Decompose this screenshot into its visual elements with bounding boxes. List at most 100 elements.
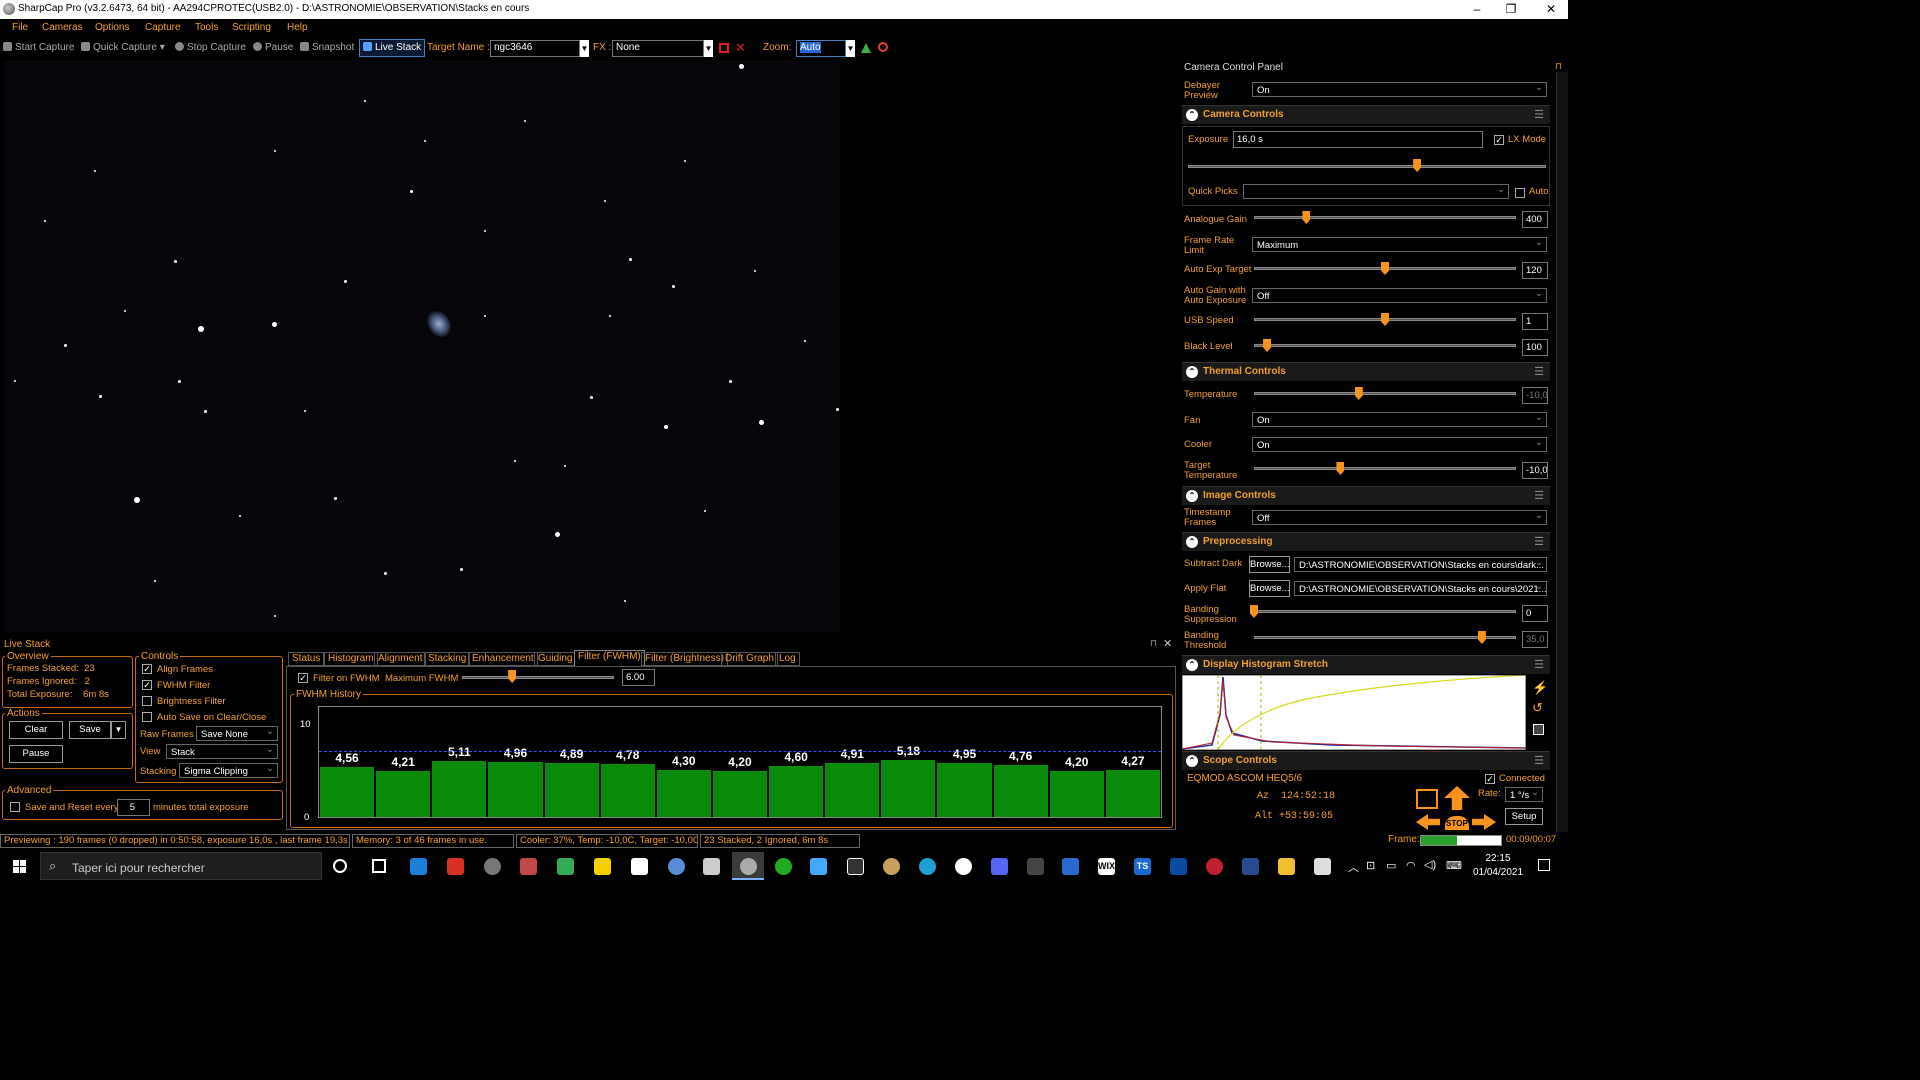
- close-button[interactable]: ✕: [1534, 0, 1568, 19]
- cooler-select[interactable]: On: [1252, 437, 1547, 452]
- temperature-slider[interactable]: [1254, 392, 1516, 395]
- tab-stacking[interactable]: Stacking: [424, 652, 471, 666]
- clock-time[interactable]: 22:15: [1483, 853, 1513, 864]
- quick-picks-select[interactable]: [1243, 184, 1509, 199]
- histogram-stretch-header[interactable]: ⌃ Display Histogram Stretch ☰: [1182, 655, 1550, 674]
- file-explorer-icon[interactable]: [1278, 858, 1295, 875]
- app-icon-26[interactable]: [1314, 858, 1331, 875]
- gmail-app-icon[interactable]: [447, 858, 464, 875]
- stacking-select[interactable]: Sigma Clipping: [179, 763, 278, 778]
- app-icon-22[interactable]: [1170, 858, 1187, 875]
- app-icon-23[interactable]: [1206, 858, 1223, 875]
- app-icon-13[interactable]: [847, 858, 864, 875]
- discord-icon[interactable]: [991, 858, 1008, 875]
- wix-icon[interactable]: WIX: [1098, 858, 1115, 875]
- tab-filter-fwhm[interactable]: Filter (FWHM): [574, 650, 645, 666]
- live-stack-button[interactable]: Live Stack: [359, 39, 426, 57]
- histogram-stretch-graph[interactable]: [1182, 675, 1526, 750]
- scope-spiral-icon[interactable]: [1416, 789, 1438, 809]
- quick-picks-auto-checkbox[interactable]: [1515, 188, 1525, 198]
- capture-image-view[interactable]: [4, 60, 840, 632]
- save-stretch-icon[interactable]: [1533, 724, 1544, 735]
- pause-button[interactable]: Pause: [253, 42, 293, 53]
- banding-suppression-value[interactable]: 0: [1522, 605, 1548, 622]
- collapse-icon[interactable]: ⌃: [1186, 366, 1198, 378]
- app-icon-7[interactable]: [631, 858, 648, 875]
- scope-connected-checkbox[interactable]: ✓: [1485, 774, 1495, 784]
- fwhm-filter-checkbox[interactable]: ✓: [142, 680, 152, 690]
- subtract-dark-select[interactable]: D:\ASTRONOMIE\OBSERVATION\Stacks en cour…: [1294, 557, 1547, 572]
- analogue-gain-slider[interactable]: [1254, 216, 1516, 219]
- taskbar-search-box[interactable]: ⌕ Taper ici pour rechercher: [40, 852, 322, 880]
- menu-scripting[interactable]: Scripting: [232, 22, 271, 33]
- tab-histogram[interactable]: Histogram: [324, 652, 378, 666]
- exposure-input[interactable]: 16,0 s: [1233, 131, 1483, 148]
- app-icon-12[interactable]: [810, 858, 827, 875]
- pause-stack-button[interactable]: Pause: [9, 745, 63, 763]
- auto-stretch-icon[interactable]: ⚡: [1532, 680, 1548, 696]
- scope-setup-button[interactable]: Setup: [1505, 808, 1543, 825]
- exposure-slider[interactable]: [1188, 165, 1546, 168]
- tab-enhancement[interactable]: Enhancement: [468, 652, 538, 666]
- app-icon-5[interactable]: [557, 858, 574, 875]
- reset-stretch-icon[interactable]: ↺: [1532, 700, 1543, 716]
- auto-gain-select[interactable]: Off: [1252, 288, 1547, 303]
- fx-select[interactable]: None: [612, 40, 704, 57]
- menu-options[interactable]: Options: [95, 22, 129, 33]
- clock-date[interactable]: 01/04/2021: [1470, 867, 1526, 878]
- record-square-icon[interactable]: [719, 43, 729, 53]
- tray-wifi-icon[interactable]: ◠: [1406, 859, 1416, 872]
- tab-drift-graph[interactable]: Drift Graph: [721, 652, 778, 666]
- align-frames-checkbox[interactable]: ✓: [142, 664, 152, 674]
- tab-guiding[interactable]: Guiding: [534, 652, 577, 666]
- tray-network-icon[interactable]: ⊡: [1366, 859, 1375, 872]
- subtract-dark-browse-button[interactable]: Browse...: [1249, 556, 1290, 573]
- max-fwhm-slider[interactable]: [462, 676, 614, 679]
- menu-tools[interactable]: Tools: [195, 22, 218, 33]
- collapse-icon[interactable]: ⌃: [1186, 536, 1198, 548]
- filter-on-fwhm-checkbox[interactable]: ✓: [298, 673, 308, 683]
- lx-mode-checkbox[interactable]: ✓: [1494, 135, 1504, 145]
- menu-capture[interactable]: Capture: [145, 22, 181, 33]
- camera-controls-header[interactable]: ⌃ Camera Controls ☰: [1182, 105, 1550, 124]
- target-temperature-slider[interactable]: [1254, 467, 1516, 470]
- fx-dropdown-arrow[interactable]: ▼: [704, 40, 713, 57]
- collapse-icon[interactable]: ⌃: [1186, 755, 1198, 767]
- scope-controls-header[interactable]: ⌃ Scope Controls ☰: [1182, 751, 1550, 770]
- sharpcap-taskbar-button[interactable]: [732, 852, 764, 880]
- raw-frames-select[interactable]: Save None: [196, 726, 278, 741]
- menu-help[interactable]: Help: [287, 22, 308, 33]
- app-icon-9[interactable]: [703, 858, 720, 875]
- auto-exp-target-value[interactable]: 120: [1522, 262, 1548, 279]
- menu-file[interactable]: File: [12, 22, 28, 33]
- timestamp-frames-select[interactable]: Off: [1252, 510, 1547, 525]
- tray-keyboard-icon[interactable]: ⌨: [1446, 859, 1462, 872]
- clear-cross-icon[interactable]: ✕: [735, 40, 746, 56]
- windows-start-icon[interactable]: [13, 860, 26, 873]
- apply-flat-browse-button[interactable]: Browse...: [1249, 580, 1290, 597]
- apply-flat-select[interactable]: D:\ASTRONOMIE\OBSERVATION\Stacks en cour…: [1294, 581, 1547, 596]
- menu-icon[interactable]: ☰: [1534, 535, 1544, 548]
- save-dropdown-arrow[interactable]: ▼: [111, 721, 126, 739]
- edge-browser-icon[interactable]: [919, 858, 936, 875]
- quick-capture-button[interactable]: Quick Capture ▾: [81, 42, 165, 53]
- save-reset-checkbox[interactable]: [10, 802, 20, 812]
- tab-log[interactable]: Log: [775, 652, 800, 666]
- banding-suppression-slider[interactable]: [1254, 610, 1516, 613]
- collapse-icon[interactable]: ⌃: [1186, 659, 1198, 671]
- tab-alignment[interactable]: Alignment: [374, 652, 427, 666]
- zoom-dropdown-arrow[interactable]: ▼: [846, 40, 855, 57]
- sticky-notes-icon[interactable]: [594, 858, 611, 875]
- app-icon-11[interactable]: [775, 858, 792, 875]
- stop-capture-button[interactable]: Stop Capture: [175, 42, 246, 53]
- live-stack-pin-icon[interactable]: ⊓: [1150, 638, 1157, 649]
- app-icon-8[interactable]: [668, 858, 685, 875]
- start-capture-button[interactable]: Start Capture: [3, 42, 74, 53]
- zoom-select[interactable]: Auto: [796, 40, 846, 57]
- ts-app-icon[interactable]: TS: [1134, 858, 1151, 875]
- max-fwhm-input[interactable]: 6.00: [622, 669, 655, 686]
- maximize-button[interactable]: ❐: [1494, 0, 1528, 19]
- app-icon-14[interactable]: [883, 858, 900, 875]
- settings-gear-icon[interactable]: [484, 858, 501, 875]
- analogue-gain-value[interactable]: 400: [1522, 211, 1548, 228]
